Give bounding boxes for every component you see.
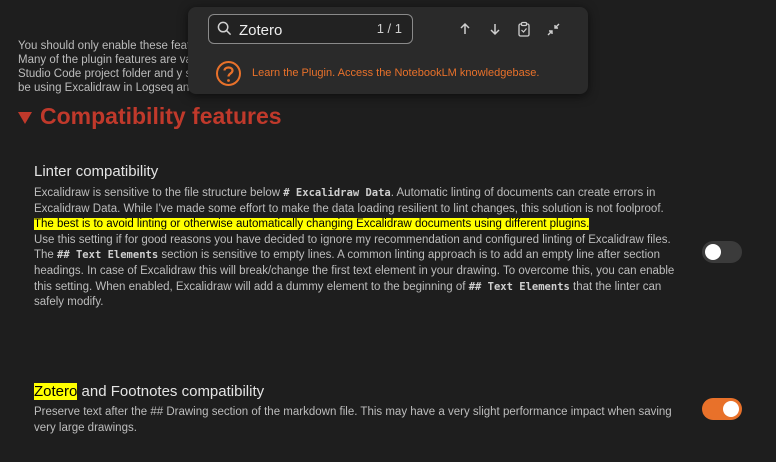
help-question-icon[interactable]	[215, 60, 242, 87]
toggle-knob	[723, 401, 739, 417]
search-match-highlight: Zotero	[34, 383, 78, 400]
clipboard-icon[interactable]	[517, 21, 531, 37]
linter-setting-title: Linter compatibility	[34, 163, 159, 180]
notebooklm-link[interactable]: Learn the Plugin. Access the NotebookLM …	[252, 67, 539, 79]
section-title: Compatibility features	[40, 103, 282, 129]
collapse-icon[interactable]	[546, 22, 561, 37]
toggle-knob	[705, 244, 721, 260]
code-text-elements-2: ## Text Elements	[468, 280, 570, 293]
search-match-count: 1 / 1	[376, 21, 402, 36]
next-match-icon[interactable]	[488, 22, 502, 36]
linter-compat-toggle[interactable]	[702, 241, 742, 263]
zotero-setting-title: Zotero and Footnotes compatibility	[34, 383, 265, 400]
section-header[interactable]: Compatibility features	[18, 103, 282, 130]
previous-match-icon[interactable]	[458, 22, 472, 36]
code-excalidraw-data: # Excalidraw Data	[283, 187, 391, 199]
linter-setting-description: Excalidraw is sensitive to the file stru…	[34, 187, 675, 309]
collapse-triangle-icon[interactable]	[18, 111, 32, 124]
search-box[interactable]: 1 / 1	[208, 14, 413, 44]
search-input[interactable]	[237, 19, 371, 41]
code-text-elements: ## Text Elements	[57, 249, 159, 262]
zotero-setting-description: Preserve text after the ## Drawing secti…	[34, 406, 672, 434]
highlighted-recommendation: The best is to avoid linting or otherwis…	[34, 218, 590, 231]
zotero-compat-toggle[interactable]	[702, 398, 742, 420]
search-popup: 1 / 1 Learn the Plugin. Access the Noteb…	[188, 7, 588, 94]
search-icon	[217, 21, 232, 36]
